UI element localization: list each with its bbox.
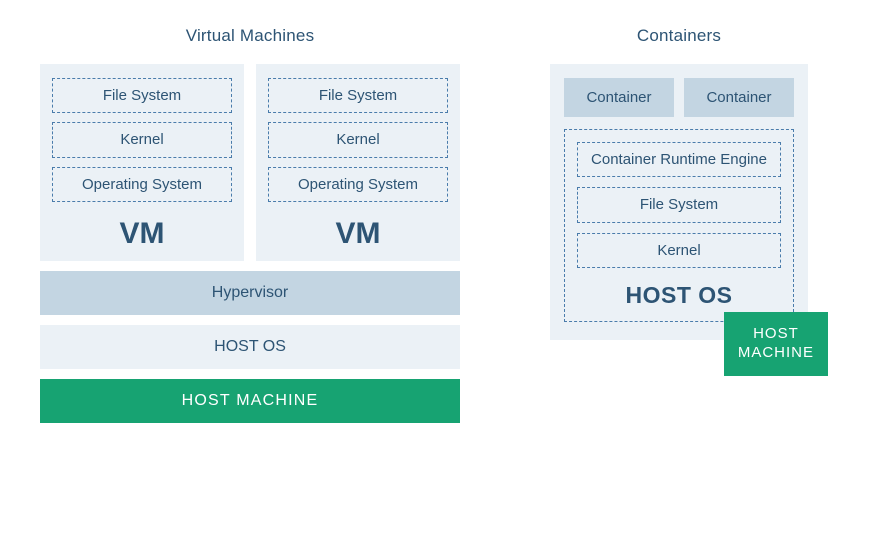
host-os-block: Container Runtime Engine File System Ker…: [564, 129, 794, 322]
ct-host-os-label: HOST OS: [577, 282, 781, 309]
vm1-filesystem: File System: [52, 78, 232, 113]
vm-block-2: File System Kernel Operating System VM: [256, 64, 460, 261]
vm-block-1: File System Kernel Operating System VM: [40, 64, 244, 261]
vm2-os: Operating System: [268, 167, 448, 202]
vm-column: Virtual Machines File System Kernel Oper…: [40, 26, 460, 423]
ct-host-machine-badge: HOSTMACHINE: [724, 312, 828, 376]
hypervisor-layer: Hypervisor: [40, 271, 460, 315]
container-chip-2: Container: [684, 78, 794, 117]
vm2-label: VM: [268, 217, 448, 251]
host-machine-layer: HOST MACHINE: [40, 379, 460, 423]
vm1-label: VM: [52, 217, 232, 251]
host-os-layer: HOST OS: [40, 325, 460, 369]
vm1-os: Operating System: [52, 167, 232, 202]
containers-column: Containers Container Container Container…: [550, 26, 808, 340]
vm2-kernel: Kernel: [268, 122, 448, 157]
vm-pair: File System Kernel Operating System VM F…: [40, 64, 460, 261]
ct-top-row: Container Container: [564, 78, 794, 117]
container-chip-1: Container: [564, 78, 674, 117]
ct-outer: Container Container Container Runtime En…: [550, 64, 808, 340]
diagram-root: Virtual Machines File System Kernel Oper…: [40, 26, 848, 423]
ct-wrap: Container Container Container Runtime En…: [550, 64, 808, 340]
vm-stack: File System Kernel Operating System VM F…: [40, 64, 460, 423]
vm2-filesystem: File System: [268, 78, 448, 113]
vm-title: Virtual Machines: [186, 26, 315, 46]
ct-filesystem: File System: [577, 187, 781, 222]
container-runtime: Container Runtime Engine: [577, 142, 781, 177]
ct-kernel: Kernel: [577, 233, 781, 268]
vm1-kernel: Kernel: [52, 122, 232, 157]
ct-title: Containers: [637, 26, 721, 46]
